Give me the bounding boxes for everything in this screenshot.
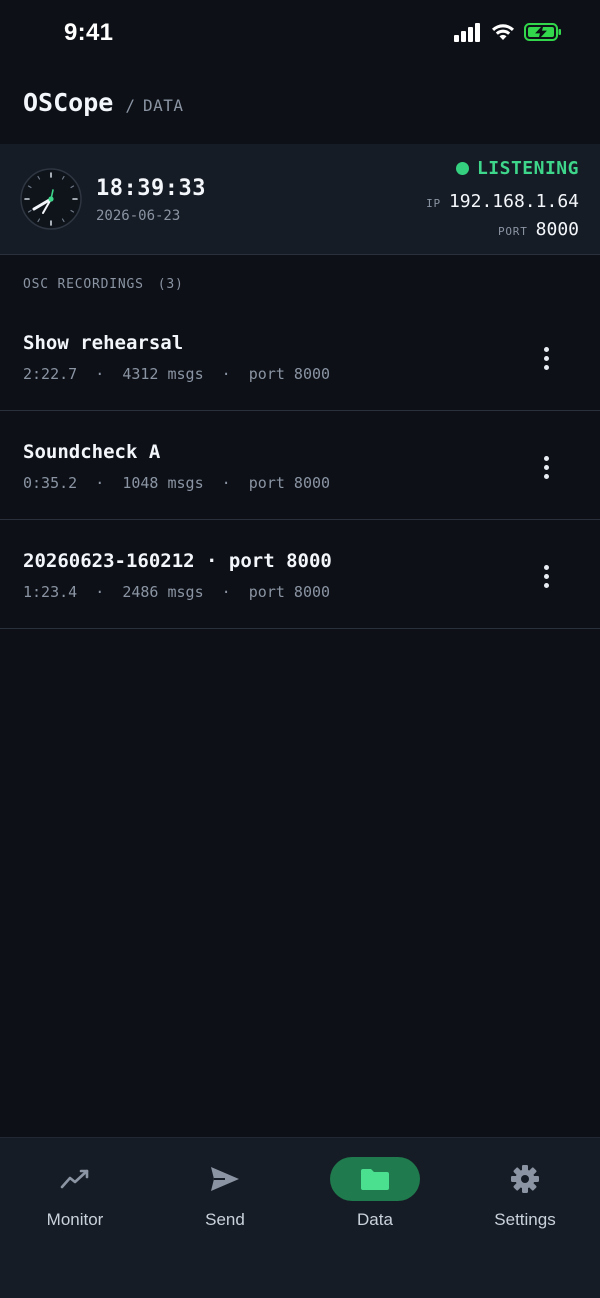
recording-meta: 2:22.7 · 4312 msgs · port 8000 [23,365,331,383]
current-time: 18:39:33 [96,176,206,201]
recording-meta: 0:35.2 · 1048 msgs · port 8000 [23,474,331,492]
tab-label: Monitor [46,1210,104,1229]
trend-icon [60,1169,89,1189]
more-options-icon[interactable] [532,344,560,372]
more-options-icon[interactable] [532,453,560,481]
status-dot-icon [455,162,469,175]
current-date: 2026-06-23 [96,208,181,224]
ip-value: 192.168.1.64 [448,191,579,212]
status-text: LISTENING [476,158,579,179]
recordings-heading: OSC RECORDINGS (3) [23,277,184,292]
ip-row: IP 192.168.1.64 [426,191,579,212]
folder-icon [361,1169,389,1190]
analog-clock-icon [20,168,82,230]
cellular-signal-icon [454,23,480,42]
recordings-count: (3) [157,277,184,292]
recording-meta: 1:23.4 · 2486 msgs · port 8000 [23,583,331,601]
listening-status: LISTENING [455,158,579,179]
port-label: PORT [497,225,528,238]
tab-label: Send [205,1210,245,1229]
bottom-tab-bar: Monitor Send Data Settings [0,1137,600,1298]
recordings-list: Show rehearsal 2:22.7 · 4312 msgs · port… [0,302,600,629]
recording-title: Soundcheck A [23,441,161,463]
gear-icon [511,1165,539,1193]
recording-item[interactable]: Soundcheck A 0:35.2 · 1048 msgs · port 8… [0,411,600,520]
tab-label: Data [357,1210,393,1229]
recordings-heading-label: OSC RECORDINGS [23,277,144,292]
recording-title: 20260623-160212 · port 8000 [23,550,332,572]
port-value: 8000 [535,219,579,240]
recording-item[interactable]: Show rehearsal 2:22.7 · 4312 msgs · port… [0,302,600,411]
recording-title: Show rehearsal [23,332,184,354]
more-options-icon[interactable] [532,562,560,590]
tab-monitor[interactable]: Monitor [0,1138,150,1238]
status-time: 9:41 [64,19,114,46]
connection-panel: 18:39:33 2026-06-23 LISTENING IP 192.168… [0,144,600,255]
status-bar: 9:41 [0,0,600,70]
recording-item[interactable]: 20260623-160212 · port 8000 1:23.4 · 248… [0,520,600,629]
tab-settings[interactable]: Settings [450,1138,600,1238]
breadcrumb-current: DATA [142,96,184,115]
breadcrumb-separator: / [125,96,135,115]
send-icon [211,1167,239,1191]
port-row: PORT 8000 [498,219,579,240]
battery-charging-icon [524,23,561,41]
header: OSCope / DATA [23,88,183,117]
wifi-icon [492,24,514,40]
ip-label: IP [426,197,441,210]
tab-data[interactable]: Data [300,1138,450,1238]
app-title: OSCope [23,88,114,117]
tab-send[interactable]: Send [150,1138,300,1238]
status-icons [454,22,562,42]
tab-label: Settings [494,1210,556,1229]
